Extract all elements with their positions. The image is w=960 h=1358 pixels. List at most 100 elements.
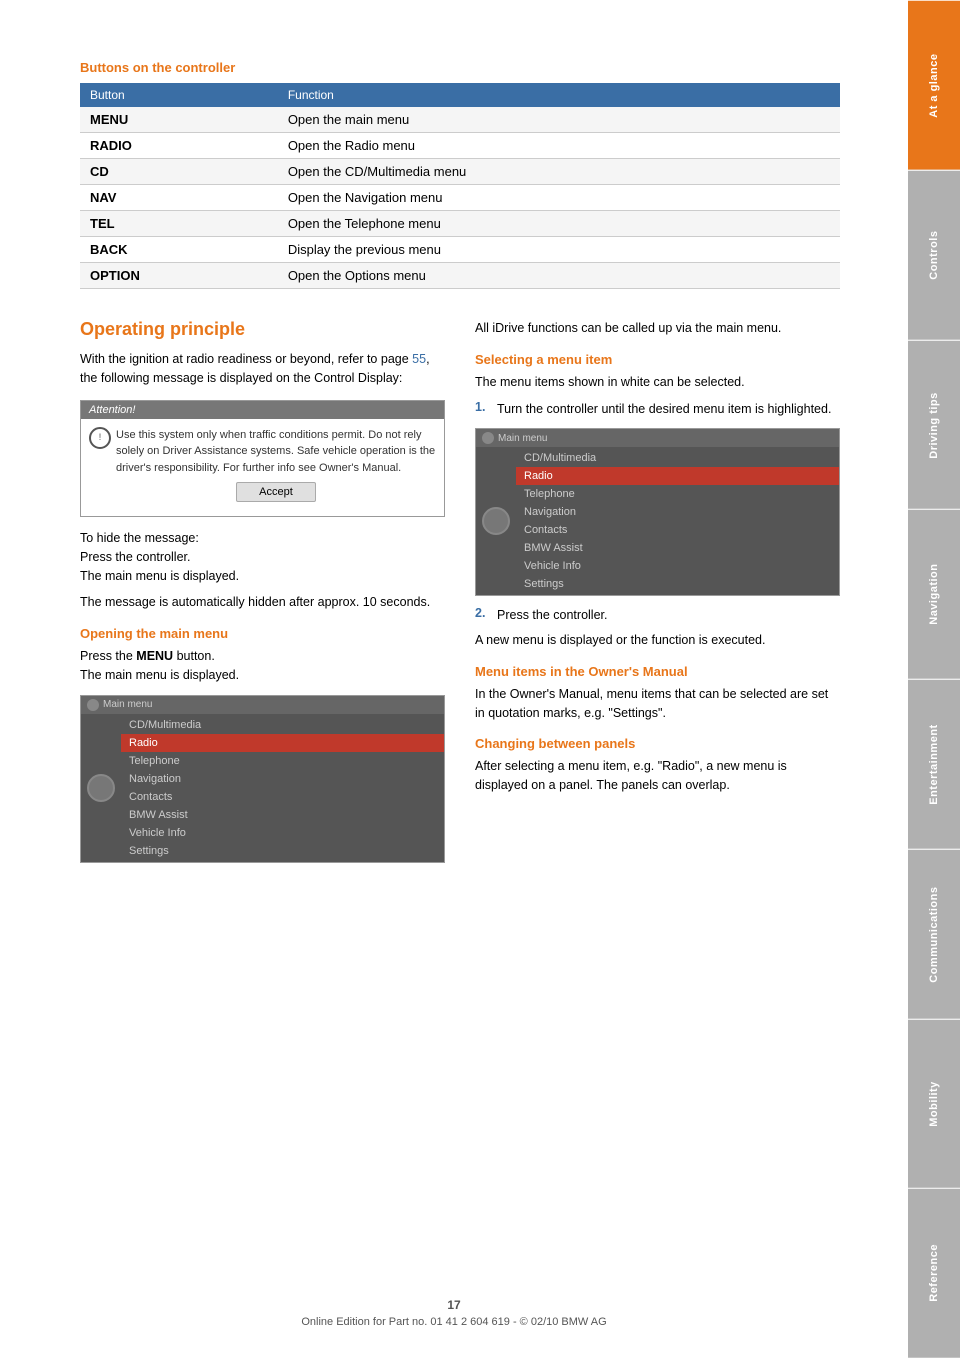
function-cell: Open the main menu <box>278 107 840 133</box>
table-row: MENUOpen the main menu <box>80 107 840 133</box>
open-menu-instruction: Press the MENU button. The main menu is … <box>80 647 445 685</box>
function-cell: Open the Telephone menu <box>278 211 840 237</box>
function-cell: Open the Options menu <box>278 263 840 289</box>
changing-panels-text: After selecting a menu item, e.g. "Radio… <box>475 757 840 795</box>
list-item[interactable]: Vehicle Info <box>516 557 839 575</box>
buttons-section: Buttons on the controller Button Functio… <box>80 60 840 289</box>
step-2-result: A new menu is displayed or the function … <box>475 631 840 650</box>
list-item[interactable]: BMW Assist <box>516 539 839 557</box>
table-row: TELOpen the Telephone menu <box>80 211 840 237</box>
button-cell: NAV <box>80 185 278 211</box>
list-item[interactable]: Settings <box>516 575 839 593</box>
list-item[interactable]: Vehicle Info <box>121 824 444 842</box>
left-column: Operating principle With the ignition at… <box>80 319 445 873</box>
step-1-text: Turn the controller until the desired me… <box>497 400 831 419</box>
menu-icon-right <box>482 432 494 444</box>
right-column: All iDrive functions can be called up vi… <box>475 319 840 873</box>
menu-title-text-right: Main menu <box>498 433 547 444</box>
operating-principle-title: Operating principle <box>80 319 445 340</box>
step-1: 1. Turn the controller until the desired… <box>475 400 840 419</box>
menu-items-container-right: CD/MultimediaRadioTelephoneNavigationCon… <box>476 447 839 595</box>
table-row: RADIOOpen the Radio menu <box>80 133 840 159</box>
list-item[interactable]: Navigation <box>516 503 839 521</box>
sidebar-tab-entertainment[interactable]: Entertainment <box>908 679 960 849</box>
menu-button-label: MENU <box>136 649 173 663</box>
owners-manual-heading: Menu items in the Owner's Manual <box>475 664 840 679</box>
menu-title-bar-right: Main menu <box>476 429 839 447</box>
table-row: NAVOpen the Navigation menu <box>80 185 840 211</box>
table-row: OPTIONOpen the Options menu <box>80 263 840 289</box>
owners-manual-text: In the Owner's Manual, menu items that c… <box>475 685 840 723</box>
controller-knob-right[interactable] <box>482 507 510 535</box>
list-item[interactable]: CD/Multimedia <box>121 716 444 734</box>
col-header-button: Button <box>80 83 278 107</box>
menu-list-left: CD/MultimediaRadioTelephoneNavigationCon… <box>121 714 444 862</box>
list-item[interactable]: BMW Assist <box>121 806 444 824</box>
accept-button[interactable]: Accept <box>236 482 316 502</box>
function-cell: Open the Radio menu <box>278 133 840 159</box>
table-row: BACKDisplay the previous menu <box>80 237 840 263</box>
button-cell: OPTION <box>80 263 278 289</box>
auto-hide-text: The message is automatically hidden afte… <box>80 593 445 612</box>
sidebar: At a glanceControlsDriving tipsNavigatio… <box>908 0 960 1358</box>
list-item[interactable]: Radio <box>121 734 444 752</box>
list-item[interactable]: Settings <box>121 842 444 860</box>
intro-paragraph: With the ignition at radio readiness or … <box>80 350 445 388</box>
attention-body: ! Use this system only when traffic cond… <box>81 419 444 517</box>
step-1-number: 1. <box>475 400 489 419</box>
selecting-heading: Selecting a menu item <box>475 352 840 367</box>
step-2-number: 2. <box>475 606 489 625</box>
list-item[interactable]: Contacts <box>121 788 444 806</box>
controller-side-right <box>476 447 516 595</box>
hide-message-text: To hide the message: Press the controlle… <box>80 529 445 585</box>
button-cell: BACK <box>80 237 278 263</box>
page-footer: 17 Online Edition for Part no. 01 41 2 6… <box>0 1298 908 1328</box>
sidebar-tab-controls[interactable]: Controls <box>908 170 960 340</box>
menu-screenshot-left: Main menu CD/MultimediaRadioTelephoneNav… <box>80 695 445 863</box>
opening-main-menu-heading: Opening the main menu <box>80 626 445 641</box>
col-header-function: Function <box>278 83 840 107</box>
menu-icon <box>87 699 99 711</box>
list-item[interactable]: Telephone <box>121 752 444 770</box>
buttons-section-title: Buttons on the controller <box>80 60 840 75</box>
step-2-text: Press the controller. <box>497 606 607 625</box>
sidebar-tab-at-a-glance[interactable]: At a glance <box>908 0 960 170</box>
function-cell: Display the previous menu <box>278 237 840 263</box>
step-2: 2. Press the controller. <box>475 606 840 625</box>
menu-screenshot-right: Main menu CD/MultimediaRadioTelephoneNav… <box>475 428 840 596</box>
sidebar-tab-driving-tips[interactable]: Driving tips <box>908 340 960 510</box>
page-number: 17 <box>0 1298 908 1312</box>
button-cell: MENU <box>80 107 278 133</box>
changing-panels-heading: Changing between panels <box>475 736 840 751</box>
warning-icon: ! <box>89 427 111 449</box>
menu-title-bar-left: Main menu <box>81 696 444 714</box>
sidebar-tab-navigation[interactable]: Navigation <box>908 509 960 679</box>
function-cell: Open the CD/Multimedia menu <box>278 159 840 185</box>
footer-text: Online Edition for Part no. 01 41 2 604 … <box>0 1316 908 1328</box>
attention-box: Attention! ! Use this system only when t… <box>80 400 445 518</box>
page-link[interactable]: 55 <box>412 352 426 366</box>
sidebar-tab-communications[interactable]: Communications <box>908 849 960 1019</box>
list-item[interactable]: Contacts <box>516 521 839 539</box>
list-item[interactable]: Navigation <box>121 770 444 788</box>
controller-knob-left[interactable] <box>87 774 115 802</box>
list-item[interactable]: Radio <box>516 467 839 485</box>
menu-list-right: CD/MultimediaRadioTelephoneNavigationCon… <box>516 447 839 595</box>
table-row: CDOpen the CD/Multimedia menu <box>80 159 840 185</box>
menu-items-container-left: CD/MultimediaRadioTelephoneNavigationCon… <box>81 714 444 862</box>
button-cell: CD <box>80 159 278 185</box>
menu-title-text: Main menu <box>103 699 152 710</box>
button-cell: RADIO <box>80 133 278 159</box>
controller-side-left <box>81 714 121 862</box>
sidebar-tab-mobility[interactable]: Mobility <box>908 1019 960 1189</box>
list-item[interactable]: Telephone <box>516 485 839 503</box>
selecting-text: The menu items shown in white can be sel… <box>475 373 840 392</box>
operating-principle-section: Operating principle With the ignition at… <box>80 319 840 873</box>
buttons-table: Button Function MENUOpen the main menuRA… <box>80 83 840 289</box>
function-cell: Open the Navigation menu <box>278 185 840 211</box>
sidebar-tab-reference[interactable]: Reference <box>908 1188 960 1358</box>
attention-text: Use this system only when traffic condit… <box>116 429 435 474</box>
button-cell: TEL <box>80 211 278 237</box>
list-item[interactable]: CD/Multimedia <box>516 449 839 467</box>
right-intro-text: All iDrive functions can be called up vi… <box>475 319 840 338</box>
